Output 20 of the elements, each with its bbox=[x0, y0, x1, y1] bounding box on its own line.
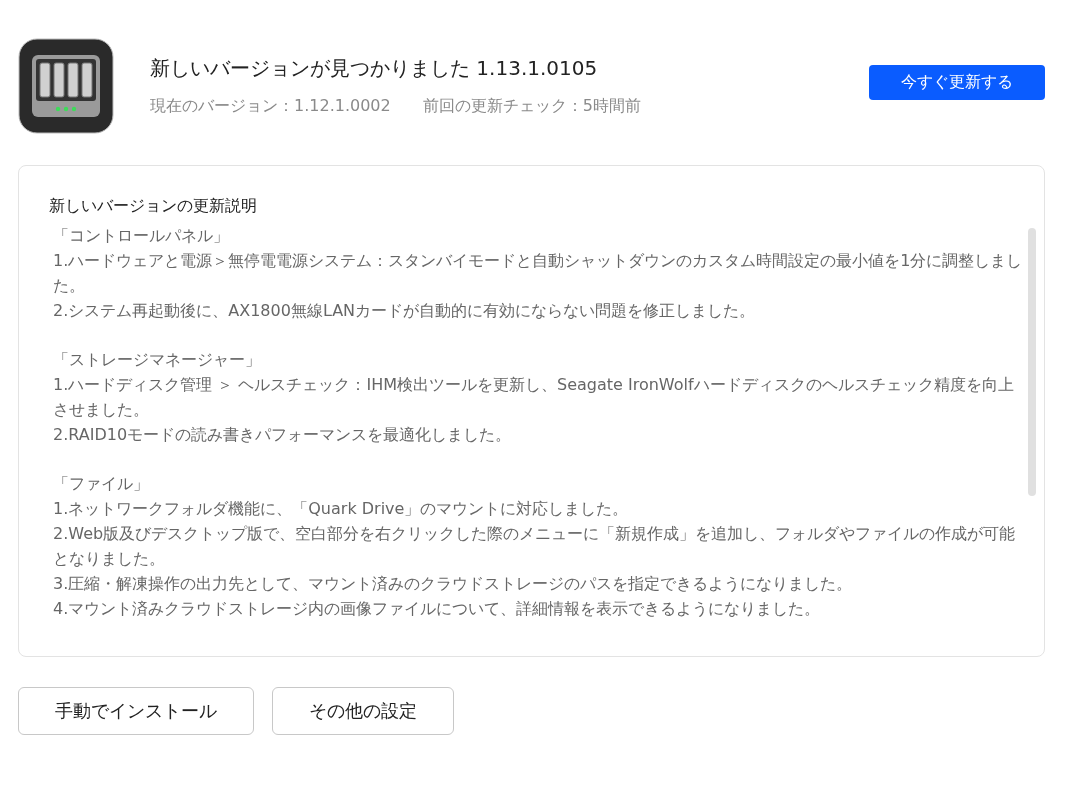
last-check-time: 前回の更新チェック：5時間前 bbox=[422, 96, 641, 117]
section-title: 「コントロールパネル」 bbox=[52, 225, 230, 247]
current-version: 現在のバージョン：1.12.1.0002 bbox=[150, 96, 391, 117]
section-title: 「ファイル」 bbox=[52, 473, 150, 495]
nas-app-icon bbox=[18, 38, 114, 134]
notes-heading: 新しいバージョンの更新説明 bbox=[49, 196, 258, 217]
action-button[interactable]: 手動でインストール bbox=[18, 687, 254, 735]
section-title: 「ストレージマネージャー」 bbox=[52, 349, 262, 371]
note-item: 1.ハードウェアと電源＞無停電電源システム：スタンバイモードと自動シャットダウンのカスタム時間設定の最小値を1分に調整しました。 bbox=[52, 250, 1024, 297]
note-item: 1.ネットワークフォルダ機能に、「Quark Drive」のマウントに対応しました。 bbox=[52, 498, 630, 520]
update-now-button[interactable]: 今すぐ更新する bbox=[869, 64, 1045, 100]
note-item: 2.RAID10モードの読み書きパフォーマンスを最適化しました。 bbox=[52, 424, 513, 446]
note-item: 3.圧縮・解凍操作の出力先として、マウント済みのクラウドストレージのパスを指定できるようになりました。 bbox=[52, 573, 854, 595]
note-item: 1.ハードディスク管理 ＞ ヘルスチェック：IHM検出ツールを更新し、Seagate IronWolfハードディスクのヘルスチェック精度を向上させました。 bbox=[52, 374, 1015, 421]
note-item: 2.Web版及びデスクトップ版で、空白部分を右クリックした際のメニューに「新規作成」を追加し、フォルダやファイルの作成が可能となりました。 bbox=[52, 523, 1017, 570]
update-title: 新しいバージョンが見つかりました 1.13.1.0105 bbox=[150, 55, 599, 82]
note-item: 2.システム再起動後に、AX1800無線LANカードが自動的に有効にならない問題を修正しました。 bbox=[52, 300, 757, 322]
scrollbar-thumb[interactable] bbox=[1028, 228, 1036, 496]
action-button[interactable]: その他の設定 bbox=[272, 687, 454, 735]
note-item: 4.マウント済みクラウドストレージ内の画像ファイルについて、詳細情報を表示できるようになりました。 bbox=[52, 598, 822, 620]
